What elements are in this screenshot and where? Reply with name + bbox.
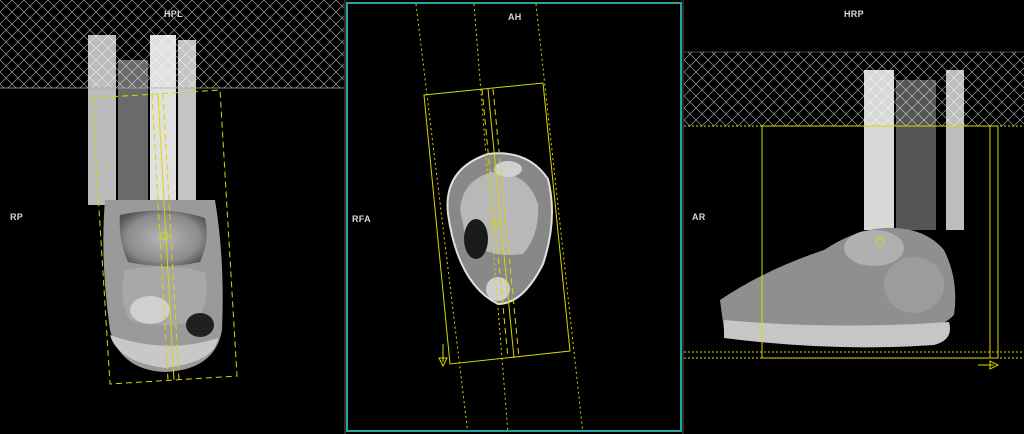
sagittal-viewport[interactable]: HRP AR	[684, 0, 1024, 434]
orientation-label-left: RP	[10, 212, 24, 222]
orientation-label-top: HPL	[164, 9, 183, 19]
orientation-label-top: HRP	[844, 9, 864, 19]
orientation-label-left: RFA	[352, 214, 371, 224]
down-arrow-icon[interactable]	[438, 344, 448, 368]
orientation-label-top: AH	[508, 12, 522, 22]
orientation-label-left: AR	[692, 212, 706, 222]
saturation-band[interactable]	[684, 52, 1024, 126]
axial-viewport[interactable]: AH RFA	[346, 2, 682, 432]
sagittal-image	[684, 51, 1024, 370]
coronal-image	[0, 0, 344, 385]
axial-image	[415, 4, 584, 430]
right-arrow-icon[interactable]	[978, 360, 1000, 370]
coronal-viewport[interactable]: HPL RP	[0, 0, 344, 434]
